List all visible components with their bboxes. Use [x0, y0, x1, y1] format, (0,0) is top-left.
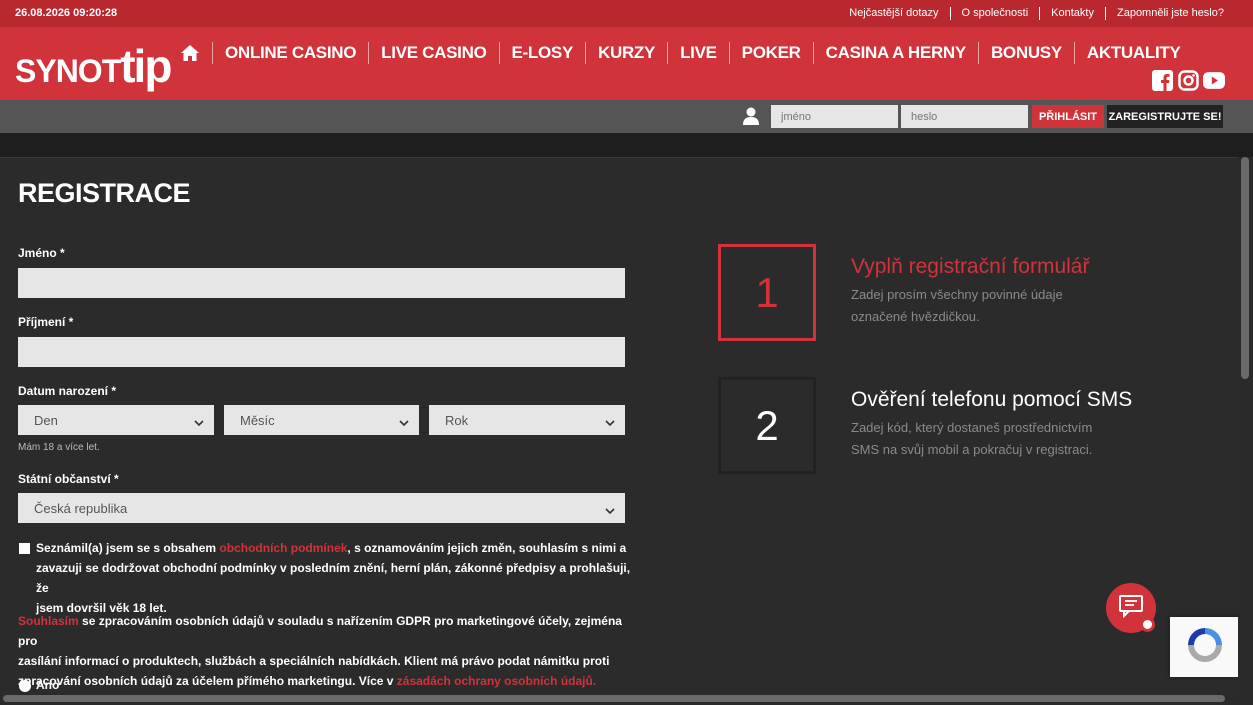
faq-link[interactable]: Nejčastější dotazy	[838, 7, 949, 20]
datetime: 26.08.2026 09:20:28	[15, 7, 118, 19]
last-name-input[interactable]	[18, 337, 625, 367]
header-divider	[0, 133, 1253, 157]
birth-day-select[interactable]: Den	[18, 405, 214, 435]
step-2-number: 2	[718, 377, 816, 474]
nav-live[interactable]: LIVE	[667, 42, 729, 64]
chevron-down-icon	[605, 503, 615, 518]
gdpr-yes-label: Ano	[36, 678, 60, 692]
horizontal-scrollbar[interactable]	[0, 693, 1238, 705]
horizontal-scroll-thumb[interactable]	[3, 695, 1225, 702]
gdpr-consent-link[interactable]: Souhlasím	[18, 614, 79, 628]
birth-year-select[interactable]: Rok	[429, 405, 625, 435]
password-input[interactable]	[901, 105, 1028, 128]
chevron-down-icon	[605, 415, 615, 430]
citizenship-label: Státní občanství *	[18, 472, 119, 486]
top-bar: 26.08.2026 09:20:28 Nejčastější dotazy O…	[0, 0, 1253, 27]
last-name-label: Příjmení *	[18, 315, 74, 329]
forgot-password-link[interactable]: Zapomněli jste heslo?	[1104, 7, 1235, 20]
username-input[interactable]	[771, 105, 898, 128]
home-icon[interactable]	[178, 42, 202, 64]
header: SYNOTtip ONLINE CASINO LIVE CASINO E-LOS…	[0, 27, 1253, 100]
nav-poker[interactable]: POKER	[728, 42, 813, 64]
birth-date-label: Datum narození *	[18, 384, 117, 398]
facebook-icon[interactable]	[1151, 69, 1173, 91]
chevron-down-icon	[194, 415, 204, 430]
step-1-description: Zadej prosím všechny povinné údaje označ…	[851, 287, 1063, 324]
gdpr-text: Souhlasím se zpracováním osobních údajů …	[18, 614, 622, 688]
login-button[interactable]: PŘIHLÁSIT	[1032, 105, 1104, 128]
youtube-icon[interactable]	[1203, 69, 1225, 91]
main-nav: ONLINE CASINO LIVE CASINO E-LOSY KURZY L…	[178, 41, 1193, 65]
birth-month-select[interactable]: Měsíc	[224, 405, 419, 435]
terms-checkbox[interactable]	[19, 543, 30, 554]
nav-bonusy[interactable]: BONUSY	[977, 42, 1074, 64]
about-link[interactable]: O společnosti	[949, 7, 1040, 20]
contacts-link[interactable]: Kontakty	[1039, 7, 1105, 20]
page-title: REGISTRACE	[18, 178, 191, 208]
social-links	[1151, 69, 1225, 91]
chat-notification-dot	[1140, 617, 1155, 632]
user-icon	[743, 107, 759, 125]
vertical-scroll-thumb[interactable]	[1241, 157, 1249, 379]
step-2-title: Ověření telefonu pomocí SMS	[851, 388, 1133, 411]
registration-content: REGISTRACE Jméno * Příjmení * Datum naro…	[0, 157, 1238, 693]
login-bar: PŘIHLÁSIT ZAREGISTRUJTE SE!	[0, 100, 1253, 133]
step-2-description: Zadej kód, který dostaneš prostřednictví…	[851, 420, 1093, 457]
recaptcha-badge[interactable]	[1170, 617, 1240, 677]
step-1-number: 1	[718, 244, 816, 341]
age-hint: Mám 18 a více let.	[18, 442, 100, 453]
nav-aktuality[interactable]: AKTUALITY	[1073, 42, 1193, 64]
instagram-icon[interactable]	[1177, 69, 1199, 91]
recaptcha-icon	[1184, 624, 1226, 671]
chevron-down-icon	[399, 415, 409, 430]
privacy-policy-link[interactable]: zásadách ochrany osobních údajů.	[397, 674, 596, 688]
chat-icon	[1118, 594, 1144, 623]
logo[interactable]: SYNOTtip	[15, 39, 172, 93]
nav-e-losy[interactable]: E-LOSY	[498, 42, 586, 64]
register-button[interactable]: ZAREGISTRUJTE SE!	[1107, 105, 1223, 128]
step-1-title: Vyplň registrační formulář	[851, 255, 1090, 278]
nav-kurzy[interactable]: KURZY	[585, 42, 667, 64]
nav-online-casino[interactable]: ONLINE CASINO	[212, 42, 368, 64]
first-name-label: Jméno *	[18, 246, 65, 260]
nav-live-casino[interactable]: LIVE CASINO	[368, 42, 498, 64]
top-links: Nejčastější dotazy O společnosti Kontakt…	[838, 7, 1235, 20]
terms-link[interactable]: obchodních podmínek	[219, 541, 347, 555]
first-name-input[interactable]	[18, 268, 625, 298]
nav-casina-a-herny[interactable]: CASINA A HERNY	[812, 42, 978, 64]
citizenship-select[interactable]: Česká republika	[18, 493, 625, 523]
terms-text: Seznámil(a) jsem se s obsahem obchodních…	[36, 541, 631, 615]
vertical-scrollbar[interactable]	[1238, 157, 1253, 705]
gdpr-yes-radio[interactable]	[19, 680, 31, 692]
